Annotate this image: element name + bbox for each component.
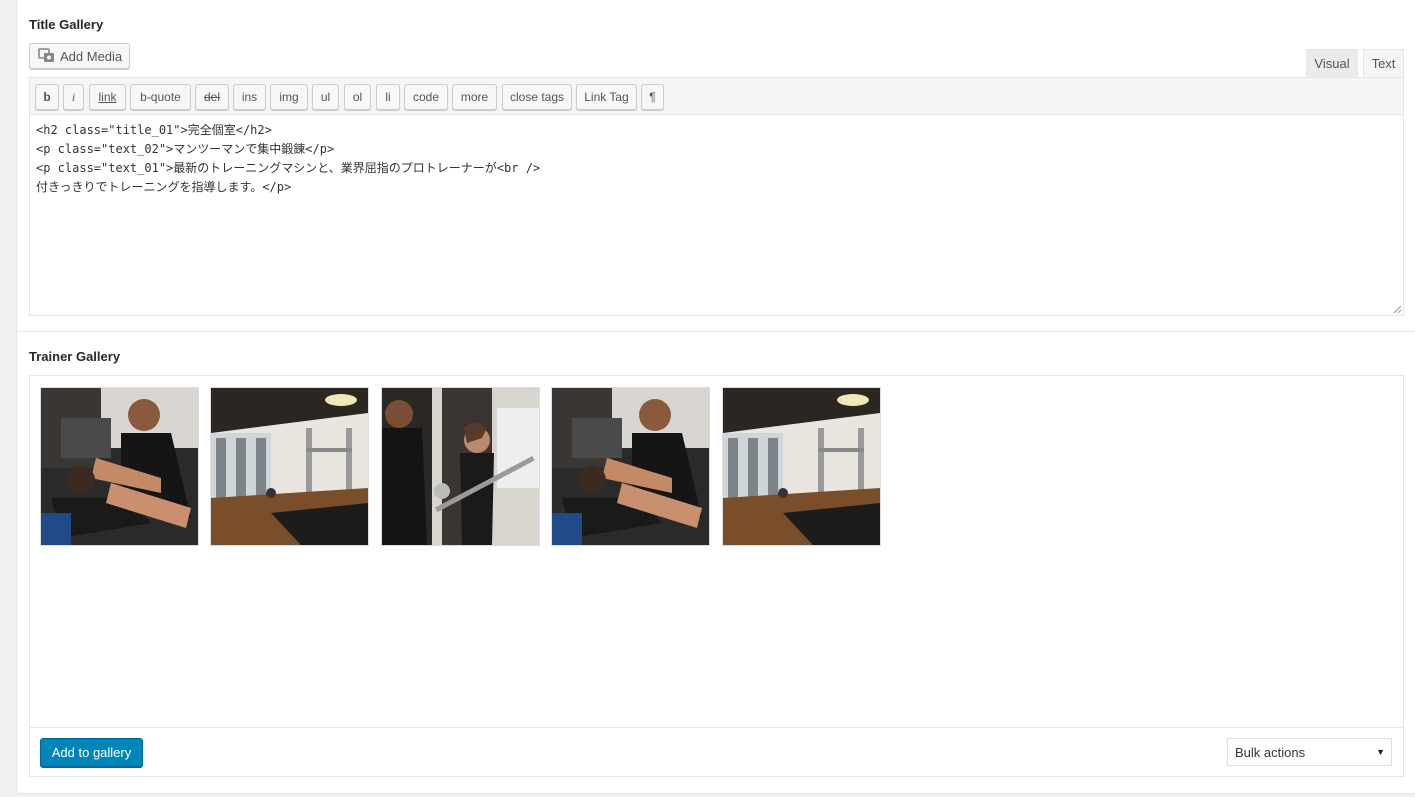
gallery-settings-panel: Title Gallery Add Media Visual Text b i … bbox=[16, 0, 1415, 794]
gallery-thumbnail[interactable] bbox=[722, 387, 881, 546]
dropdown-arrow-icon: ▼ bbox=[1376, 747, 1385, 757]
qt-link-button[interactable]: link bbox=[89, 84, 126, 110]
gallery-thumbnail[interactable] bbox=[551, 387, 710, 546]
qt-italic-button[interactable]: i bbox=[63, 84, 84, 110]
content-line: <p class="text_01">最新のトレーニングマシンと、業界屈指のプロ… bbox=[36, 161, 541, 175]
gallery-thumbnail[interactable] bbox=[210, 387, 369, 546]
qt-blockquote-button[interactable]: b-quote bbox=[130, 84, 191, 110]
tab-visual[interactable]: Visual bbox=[1306, 49, 1358, 77]
media-icon bbox=[38, 48, 54, 62]
content-line: <h2 class="title_01">完全個室</h2> bbox=[36, 123, 272, 137]
gallery-footer: Add to gallery Bulk actions ▼ bbox=[30, 727, 1403, 776]
title-gallery-heading: Title Gallery bbox=[29, 17, 104, 32]
gallery-thumbnail[interactable] bbox=[40, 387, 199, 546]
qt-paragraph-button[interactable]: ¶ bbox=[641, 84, 664, 110]
tab-text[interactable]: Text bbox=[1363, 49, 1404, 77]
qt-bold-button[interactable]: b bbox=[35, 84, 59, 110]
qt-ol-button[interactable]: ol bbox=[344, 84, 371, 110]
text-editor: b i link b-quote del ins img ul ol li co… bbox=[29, 77, 1404, 316]
qt-ul-button[interactable]: ul bbox=[312, 84, 339, 110]
qt-li-button[interactable]: li bbox=[376, 84, 400, 110]
qt-more-button[interactable]: more bbox=[452, 84, 497, 110]
gallery-thumbnail[interactable] bbox=[381, 387, 540, 546]
resize-handle-icon[interactable] bbox=[1393, 305, 1402, 314]
add-to-gallery-button[interactable]: Add to gallery bbox=[40, 738, 143, 767]
quicktags-toolbar: b i link b-quote del ins img ul ol li co… bbox=[30, 78, 1403, 115]
content-textarea[interactable]: <h2 class="title_01">完全個室</h2> <p class=… bbox=[30, 115, 1403, 315]
add-media-button[interactable]: Add Media bbox=[29, 43, 130, 69]
bulk-actions-select[interactable]: Bulk actions ▼ bbox=[1227, 738, 1392, 766]
qt-ins-button[interactable]: ins bbox=[233, 84, 266, 110]
qt-code-button[interactable]: code bbox=[404, 84, 448, 110]
trainer-gallery-box: Add to gallery Bulk actions ▼ bbox=[29, 375, 1404, 777]
qt-link-tag-button[interactable]: Link Tag bbox=[576, 84, 637, 110]
qt-close-tags-button[interactable]: close tags bbox=[502, 84, 572, 110]
add-media-label: Add Media bbox=[60, 48, 123, 64]
bulk-actions-value: Bulk actions bbox=[1235, 744, 1306, 760]
qt-img-button[interactable]: img bbox=[270, 84, 308, 110]
section-divider bbox=[17, 331, 1415, 332]
content-line: 付きっきりでトレーニングを指導します。</p> bbox=[36, 180, 292, 194]
content-line: <p class="text_02">マンツーマンで集中鍛錬</p> bbox=[36, 142, 335, 156]
trainer-gallery-heading: Trainer Gallery bbox=[29, 349, 121, 364]
qt-del-button[interactable]: del bbox=[195, 84, 229, 110]
